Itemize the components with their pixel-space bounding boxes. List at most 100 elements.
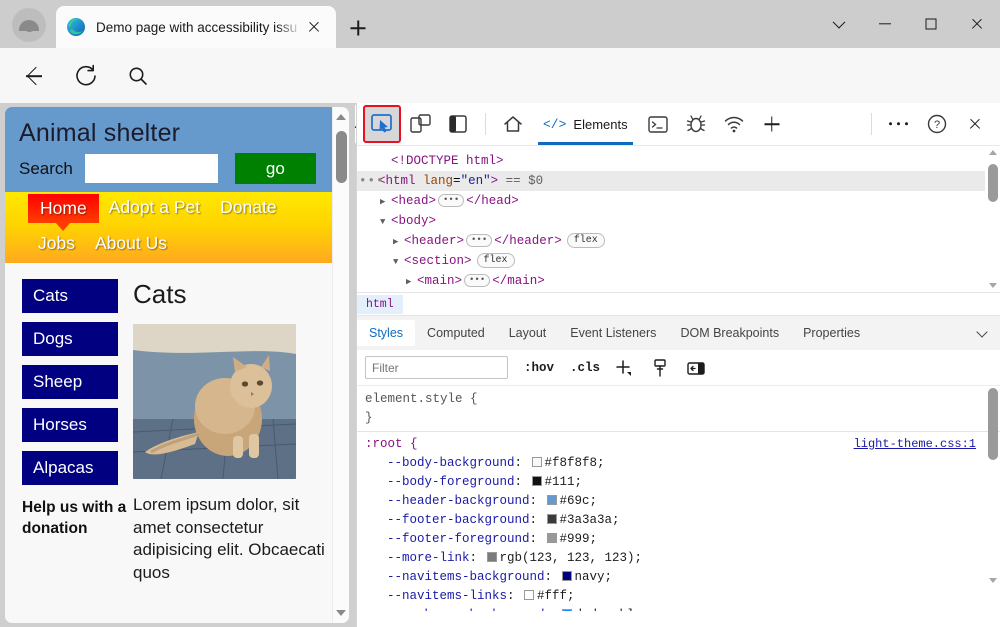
computed-styles-sidebar-icon[interactable] (648, 356, 672, 380)
nav-item-donate[interactable]: Donate (210, 194, 286, 221)
styles-filter-input[interactable] (365, 356, 508, 379)
dom-node-line[interactable]: ▶<header>•••</header>flex (357, 231, 1000, 251)
dom-node-line[interactable]: ▼<div id="sidebar"> (357, 291, 1000, 292)
rule-divider (357, 431, 1000, 432)
maximize-button[interactable] (908, 0, 954, 48)
nav-item-home[interactable]: Home (28, 194, 99, 223)
profile-avatar[interactable] (12, 8, 46, 42)
tab-event-listeners[interactable]: Event Listeners (558, 320, 668, 346)
devtools-toolbar: </> Elements (357, 103, 1000, 146)
close-tab-icon[interactable] (302, 15, 326, 39)
dock-side-button[interactable] (441, 107, 475, 141)
color-swatch[interactable] (532, 476, 542, 486)
site-header: Animal shelter Search go (5, 107, 349, 192)
network-conditions-icon[interactable] (717, 107, 751, 141)
css-property: --body-background (365, 456, 515, 470)
color-swatch[interactable] (547, 533, 557, 543)
page-scroll-thumb[interactable] (336, 131, 347, 183)
css-scroll-down-icon[interactable] (989, 578, 997, 583)
sidebar-item-cats[interactable]: Cats (22, 279, 118, 313)
nav-item-adopt-a-pet[interactable]: Adopt a Pet (99, 194, 210, 221)
dom-scroll-down-icon[interactable] (989, 283, 997, 288)
tab-layout[interactable]: Layout (497, 320, 559, 346)
css-declaration[interactable]: --more-link: rgb(123, 123, 123); (365, 549, 1000, 568)
help-icon[interactable]: ? (920, 107, 954, 141)
color-swatch[interactable] (524, 590, 534, 600)
dom-node-line[interactable]: ▶<head>•••</head> (357, 191, 1000, 211)
dom-scroll-up-icon[interactable] (989, 150, 997, 155)
dom-node-line[interactable]: ▼<body> (357, 211, 1000, 231)
address-bar: microsoftedge.github.io/Demos/devtools-a… (0, 48, 1000, 103)
browser-tab[interactable]: Demo page with accessibility issu (56, 6, 336, 48)
go-button[interactable]: go (235, 153, 316, 184)
close-devtools-button[interactable] (958, 107, 992, 141)
dom-node-line[interactable]: •••<html lang="en"> == $0 (357, 171, 1000, 191)
dom-tree[interactable]: <!DOCTYPE html>•••<html lang="en"> == $0… (357, 146, 1000, 292)
tab-dom-breakpoints[interactable]: DOM Breakpoints (668, 320, 791, 346)
color-swatch[interactable] (547, 495, 557, 505)
scroll-down-icon[interactable] (336, 610, 346, 616)
new-style-rule-icon[interactable] (612, 356, 636, 380)
css-declaration[interactable]: --body-foreground: #111; (365, 473, 1000, 492)
title-bar: Demo page with accessibility issu (0, 0, 1000, 48)
dom-node-line[interactable]: <!DOCTYPE html> (357, 151, 1000, 171)
css-declaration[interactable]: --body-background: #f8f8f8; (365, 454, 1000, 473)
console-icon[interactable] (641, 107, 675, 141)
page-scrollbar[interactable] (332, 107, 349, 623)
back-button[interactable] (18, 60, 50, 92)
more-tools-button[interactable] (882, 107, 916, 141)
search-input[interactable] (85, 154, 218, 183)
css-declaration[interactable]: --footer-foreground: #999; (365, 530, 1000, 549)
hov-toggle-button[interactable]: :hov (524, 361, 554, 375)
cat-photo (133, 324, 296, 479)
scroll-up-icon[interactable] (336, 114, 346, 120)
sidebar-item-sheep[interactable]: Sheep (22, 365, 118, 399)
search-icon[interactable] (122, 60, 154, 92)
sidebar-item-dogs[interactable]: Dogs (22, 322, 118, 356)
css-rules-pane[interactable]: element.style { } :root { light-theme.cs… (357, 386, 1000, 611)
tab-elements[interactable]: </> Elements (532, 104, 639, 145)
css-declaration[interactable]: --navhover-background: dodgerblue; (365, 606, 1000, 611)
tab-styles[interactable]: Styles (357, 320, 415, 346)
css-pane-scrollbar[interactable] (985, 386, 1000, 611)
new-tab-button[interactable] (344, 14, 372, 42)
more-panels-button[interactable] (755, 107, 789, 141)
more-tabs-chevron-down-icon[interactable] (976, 326, 987, 337)
sidebar-item-alpacas[interactable]: Alpacas (22, 451, 118, 485)
sidebar-item-horses[interactable]: Horses (22, 408, 118, 442)
tab-actions-chevron-down-icon[interactable] (816, 0, 862, 48)
color-swatch[interactable] (532, 457, 542, 467)
dom-node-line[interactable]: ▼<section>flex (357, 251, 1000, 271)
minimize-button[interactable] (862, 0, 908, 48)
dom-scroll-thumb[interactable] (988, 164, 998, 202)
tab-computed[interactable]: Computed (415, 320, 497, 346)
dom-tree-scrollbar[interactable] (985, 146, 1000, 292)
color-swatch[interactable] (562, 571, 572, 581)
inspect-element-button[interactable] (365, 107, 399, 141)
css-value: #69c; (560, 494, 598, 508)
main-paragraph: Lorem ipsum dolor, sit amet consectetur … (133, 494, 335, 584)
nav-item-jobs[interactable]: Jobs (28, 230, 85, 257)
nav-item-about-us[interactable]: About Us (85, 230, 177, 257)
css-declaration[interactable]: --header-background: #69c; (365, 492, 1000, 511)
dom-node-line[interactable]: ▶<main>•••</main> (357, 271, 1000, 291)
css-declaration[interactable]: --footer-background: #3a3a3a; (365, 511, 1000, 530)
color-swatch[interactable] (547, 514, 557, 524)
tab-title: Demo page with accessibility issu (96, 20, 302, 35)
breadcrumb-item-html[interactable]: html (357, 295, 403, 314)
tab-properties[interactable]: Properties (791, 320, 872, 346)
close-window-button[interactable] (954, 0, 1000, 48)
css-declaration[interactable]: --navitems-background: navy; (365, 568, 1000, 587)
home-icon[interactable] (496, 107, 530, 141)
color-swatch[interactable] (562, 609, 572, 611)
cls-toggle-button[interactable]: .cls (570, 361, 600, 375)
css-value: dodgerblue; (575, 608, 658, 611)
reload-button[interactable] (70, 60, 102, 92)
css-scroll-thumb[interactable] (988, 388, 998, 460)
stylesheet-source-link[interactable]: light-theme.css:1 (854, 435, 976, 454)
color-swatch[interactable] (487, 552, 497, 562)
css-declaration[interactable]: --navitems-links: #fff; (365, 587, 1000, 606)
device-emulation-button[interactable] (403, 107, 437, 141)
issues-bug-icon[interactable] (679, 107, 713, 141)
toggle-sidebar-icon[interactable] (684, 356, 708, 380)
